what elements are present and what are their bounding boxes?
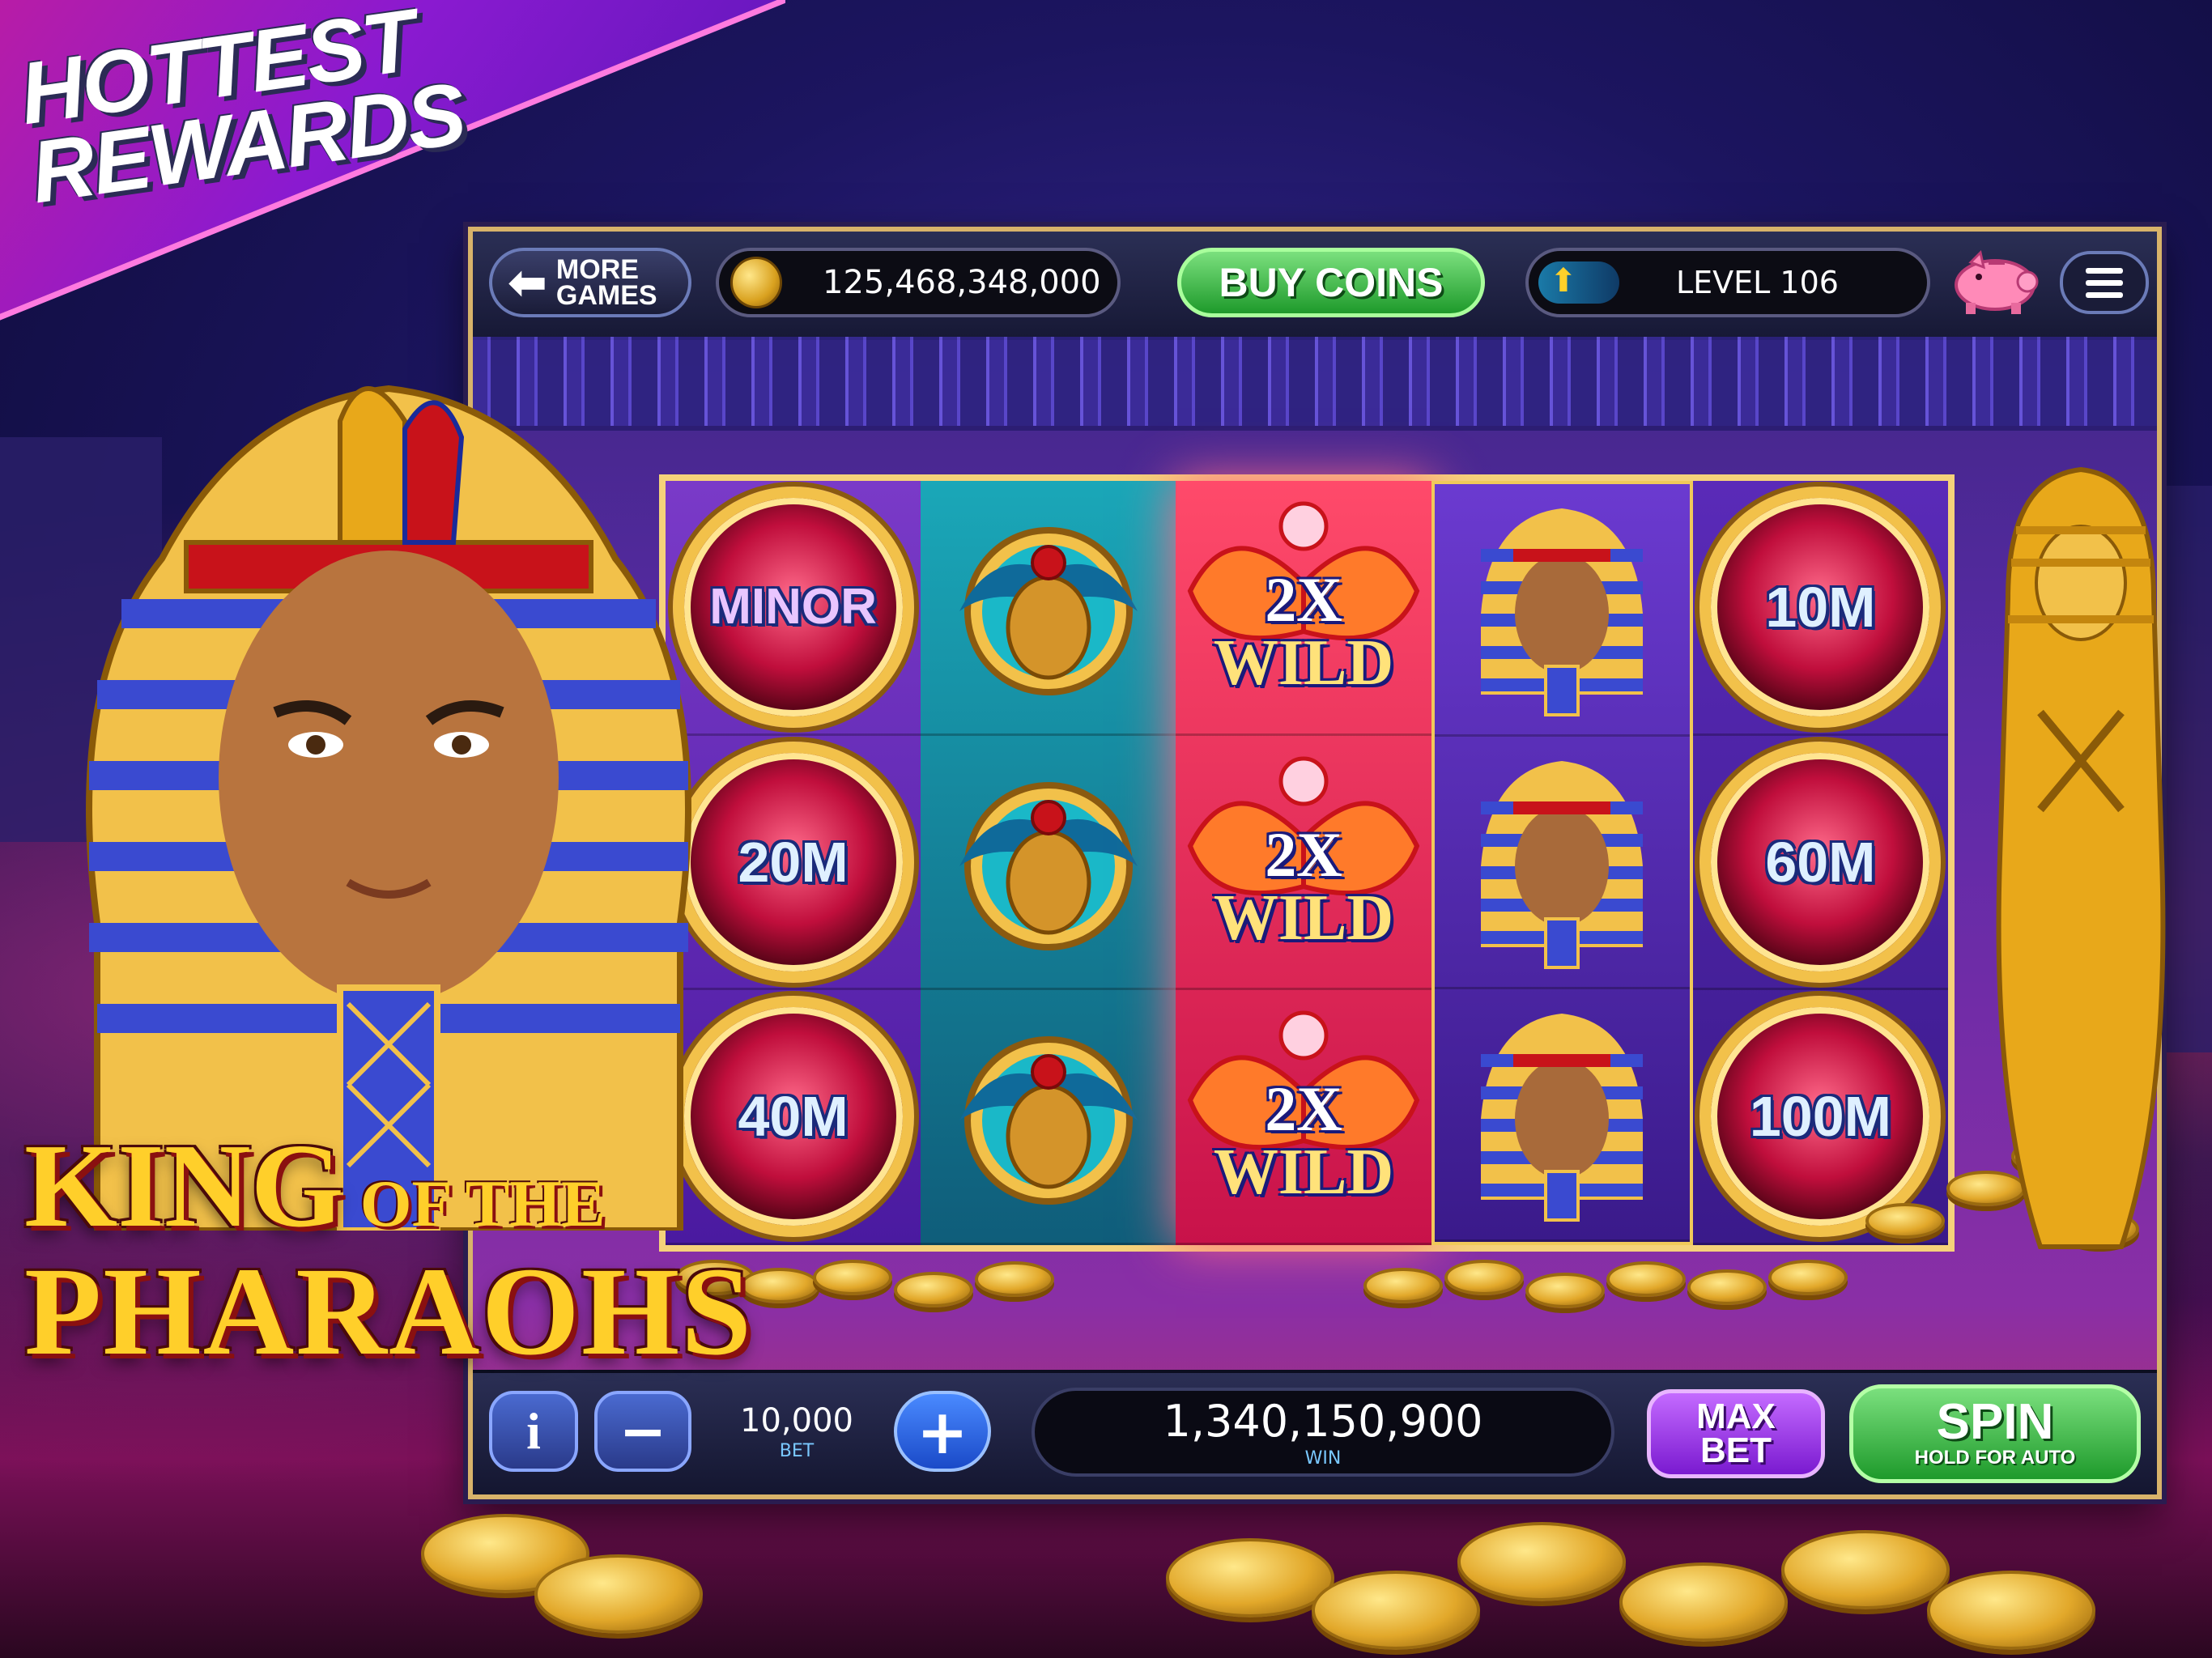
max-bet-label-2: BET bbox=[1700, 1431, 1772, 1470]
spin-label: SPIN bbox=[1936, 1394, 2054, 1450]
reel-4 bbox=[1431, 481, 1693, 1245]
gold-coin bbox=[1363, 1268, 1443, 1303]
scarab-symbol bbox=[959, 526, 1138, 695]
gold-coin bbox=[534, 1554, 703, 1634]
level-indicator[interactable]: ⬆ LEVEL 106 bbox=[1525, 248, 1930, 317]
back-arrow-icon: ⬅ bbox=[508, 257, 547, 308]
reel-cell: 2X WILD bbox=[1176, 990, 1431, 1246]
reel-cell bbox=[1434, 737, 1690, 989]
bet-display: 10,000 BET bbox=[700, 1391, 894, 1472]
gold-coin bbox=[1768, 1260, 1848, 1295]
scarab-symbol bbox=[959, 1036, 1138, 1205]
coin-balance: 125,468,348,000 bbox=[716, 248, 1121, 317]
coin-icon bbox=[730, 257, 782, 308]
reel-grid: MINOR 20M 40M 2X WILD 2X WILD 2X WILD 10… bbox=[659, 474, 1955, 1252]
reel-2 bbox=[921, 481, 1176, 1246]
spin-hold-for-auto-label: HOLD FOR AUTO bbox=[1914, 1447, 2076, 1469]
spin-button[interactable]: SPIN HOLD FOR AUTO bbox=[1849, 1384, 2141, 1483]
bet-label: BET bbox=[779, 1440, 815, 1461]
wild-multiplier: 2X bbox=[1265, 1073, 1342, 1145]
gold-coin bbox=[894, 1272, 973, 1307]
wild-label: WILD bbox=[1213, 882, 1394, 954]
win-label: WIN bbox=[1304, 1448, 1342, 1469]
increase-bet-button[interactable]: + bbox=[894, 1391, 991, 1472]
pharaoh-symbol bbox=[1481, 760, 1644, 969]
gold-coin bbox=[975, 1261, 1054, 1297]
wild-label: WILD bbox=[1213, 627, 1394, 699]
wild-symbol: 2X WILD bbox=[1182, 749, 1425, 976]
gold-coin bbox=[1865, 1203, 1945, 1239]
gold-coin bbox=[813, 1260, 892, 1295]
scarab-symbol bbox=[959, 781, 1138, 950]
menu-icon-bar bbox=[2086, 279, 2123, 286]
wild-symbol: 2X WILD bbox=[1182, 494, 1425, 721]
wild-multiplier: 2X bbox=[1265, 818, 1342, 890]
wild-multiplier: 2X bbox=[1265, 563, 1342, 635]
game-logo: KING OF THE PHARAOHS bbox=[24, 1125, 753, 1376]
buy-coins-label: BUY COINS bbox=[1219, 260, 1444, 305]
bottom-bar: i − 10,000 BET + 1,340,150,900 WIN MAX B… bbox=[473, 1370, 2157, 1494]
coin-symbol-label: 60M bbox=[1765, 830, 1876, 894]
win-display: 1,340,150,900 WIN bbox=[1032, 1388, 1614, 1477]
level-label: LEVEL 106 bbox=[1676, 265, 1839, 300]
more-games-label-2: GAMES bbox=[555, 280, 657, 311]
gold-coin bbox=[1166, 1538, 1334, 1618]
top-bar: ⬅ MORE GAMES 125,468,348,000 BUY COINS ⬆… bbox=[473, 232, 2157, 340]
more-games-label-1: MORE bbox=[555, 254, 639, 285]
reel-cell: 2X WILD bbox=[1176, 481, 1431, 736]
coin-value-symbol: 60M bbox=[1699, 741, 1942, 983]
coin-value-symbol: 10M bbox=[1699, 486, 1942, 728]
more-games-button[interactable]: ⬅ MORE GAMES bbox=[489, 248, 691, 317]
reel-5: 10M 60M 100M bbox=[1692, 481, 1949, 1246]
menu-icon-bar bbox=[2086, 291, 2123, 298]
info-icon: i bbox=[526, 1402, 541, 1460]
gold-coin bbox=[1619, 1562, 1788, 1642]
reel-3: 2X WILD 2X WILD 2X WILD bbox=[1176, 481, 1431, 1246]
wild-symbol: 2X WILD bbox=[1182, 1003, 1425, 1230]
level-up-arrow-icon: ⬆ bbox=[1550, 262, 1577, 300]
gold-coin bbox=[1457, 1522, 1626, 1601]
coin-value-symbol: 100M bbox=[1699, 996, 1942, 1238]
max-bet-label-1: MAX bbox=[1696, 1397, 1776, 1436]
gold-coin bbox=[1927, 1571, 2095, 1650]
reel-cell bbox=[1434, 989, 1690, 1242]
gold-coin bbox=[1606, 1261, 1686, 1297]
golden-sarcophagus bbox=[1996, 466, 2166, 1249]
level-progress-bar: ⬆ bbox=[1538, 261, 1619, 304]
logo-words-of-the: OF THE bbox=[359, 1167, 606, 1240]
coin-symbol-label: 10M bbox=[1765, 575, 1876, 639]
reel-cell: 10M bbox=[1692, 481, 1949, 736]
reel-cell bbox=[921, 481, 1176, 736]
reel-cell bbox=[1434, 484, 1690, 737]
pharaoh-character bbox=[86, 385, 691, 1231]
reel-cell: 2X WILD bbox=[1176, 736, 1431, 991]
wild-label: WILD bbox=[1213, 1137, 1394, 1209]
max-bet-button[interactable]: MAX BET bbox=[1647, 1389, 1825, 1478]
plus-icon: + bbox=[917, 1395, 968, 1468]
pharaoh-symbol bbox=[1481, 1013, 1644, 1222]
coin-balance-value: 125,468,348,000 bbox=[823, 264, 1101, 301]
menu-button[interactable] bbox=[2060, 251, 2149, 314]
coin-symbol-label: 100M bbox=[1749, 1085, 1891, 1149]
menu-icon-bar bbox=[2086, 267, 2123, 274]
reel-cell bbox=[921, 736, 1176, 991]
decrease-bet-button[interactable]: − bbox=[594, 1391, 691, 1472]
gold-coin bbox=[1525, 1273, 1605, 1308]
gold-coin bbox=[1781, 1530, 1950, 1609]
piggy-bank-icon[interactable] bbox=[1946, 249, 2044, 316]
reel-cell bbox=[921, 990, 1176, 1246]
logo-word-king: KING bbox=[24, 1120, 344, 1252]
minus-icon: − bbox=[619, 1398, 667, 1465]
logo-word-pharaohs: PHARAOHS bbox=[24, 1241, 754, 1381]
bet-value: 10,000 bbox=[740, 1401, 853, 1439]
reel-cell: 60M bbox=[1692, 736, 1949, 991]
gold-coin bbox=[1444, 1260, 1524, 1295]
gold-coin bbox=[1312, 1571, 1480, 1650]
info-button[interactable]: i bbox=[489, 1391, 578, 1472]
pharaoh-symbol bbox=[1481, 508, 1644, 716]
gold-coin bbox=[1687, 1269, 1767, 1305]
buy-coins-button[interactable]: BUY COINS bbox=[1177, 248, 1485, 317]
win-value: 1,340,150,900 bbox=[1163, 1396, 1483, 1447]
